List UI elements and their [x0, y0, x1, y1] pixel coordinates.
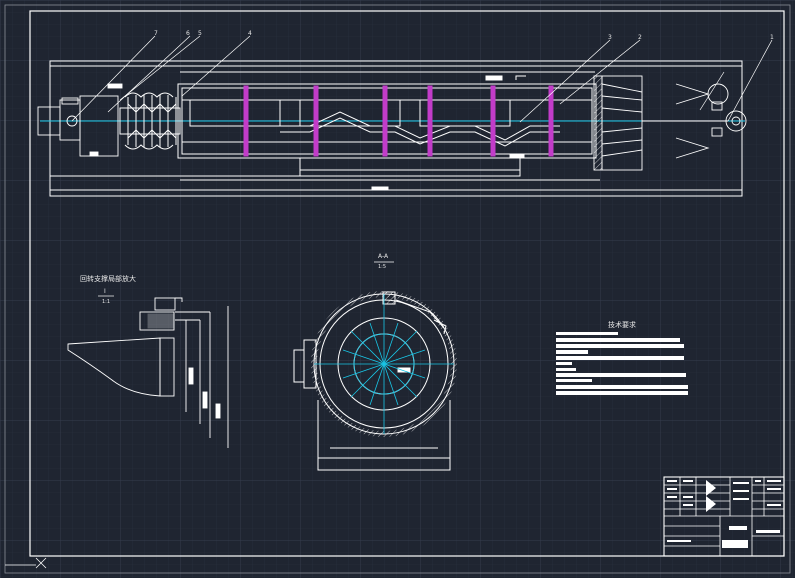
- section-title: A-A: [378, 253, 389, 260]
- leader-label-0: 7: [154, 30, 158, 37]
- leader-label-2: 5: [198, 30, 202, 37]
- detail-title: 回转支撑局部放大: [80, 274, 136, 283]
- section-scale: 1:5: [378, 264, 386, 270]
- leader-label-6: 1: [770, 34, 774, 41]
- cad-drawing-canvas: 7 6 5 4 3 2 1 回转支撑局部放大 I 1:1 A-A 1:5 技术要…: [0, 0, 795, 578]
- detail-scale: 1:1: [102, 299, 110, 305]
- notes-title: 技术要求: [608, 320, 636, 329]
- leader-label-5: 2: [638, 34, 642, 41]
- leader-label-3: 4: [248, 30, 252, 37]
- leader-label-4: 3: [608, 34, 612, 41]
- detail-mark: I: [104, 288, 106, 295]
- leader-label-1: 6: [186, 30, 190, 37]
